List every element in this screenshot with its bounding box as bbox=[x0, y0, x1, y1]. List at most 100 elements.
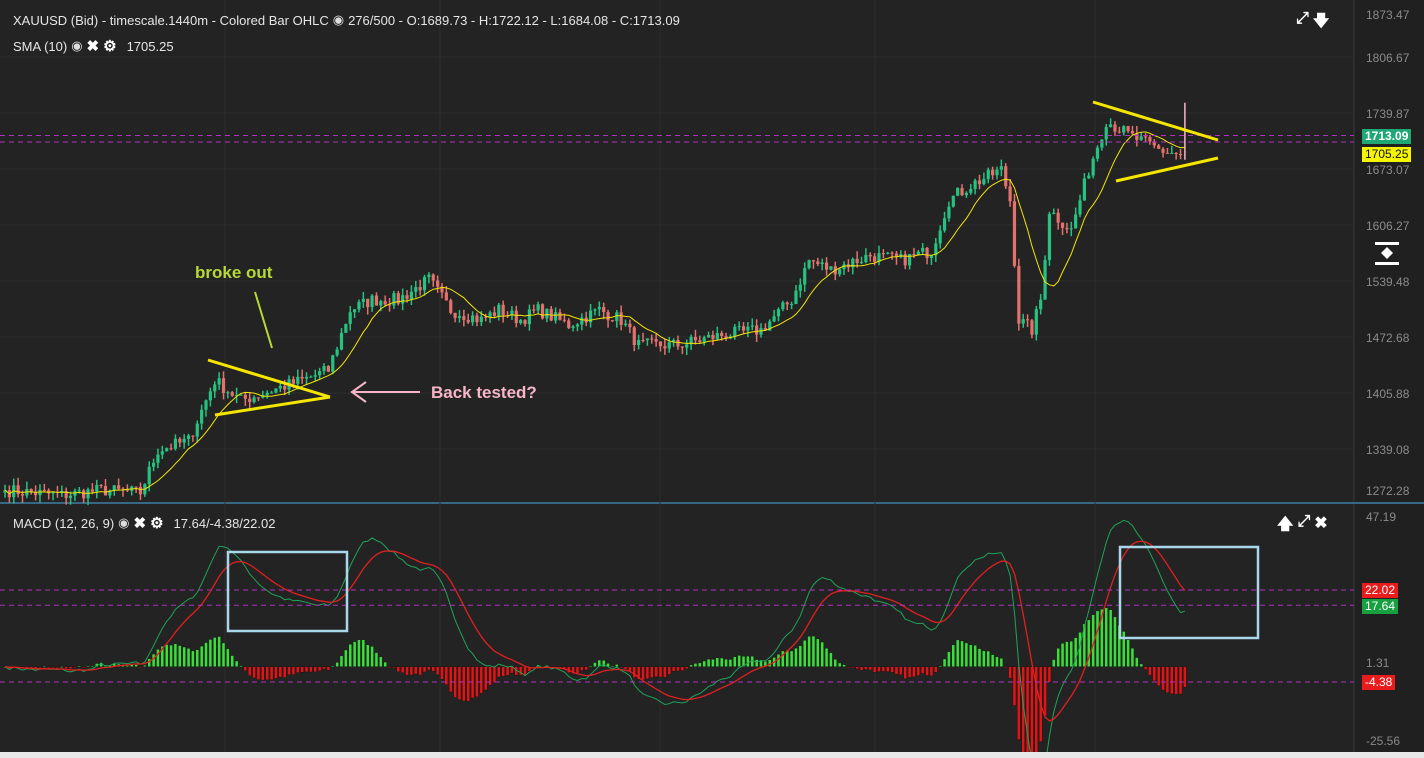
ohlc-bar-body bbox=[221, 378, 226, 393]
macd-histogram-bar bbox=[663, 666, 667, 678]
macd-histogram-bar bbox=[947, 651, 951, 667]
ohlc-bar-body bbox=[947, 206, 951, 219]
move-down-icon[interactable]: 🡇 bbox=[1313, 10, 1329, 37]
macd-histogram-bar bbox=[601, 660, 606, 667]
ohlc-bar-body bbox=[256, 397, 261, 399]
ohlc-bar-body bbox=[1039, 299, 1043, 310]
macd-histogram-bar bbox=[274, 666, 278, 679]
ohlc-bar-body bbox=[977, 180, 982, 185]
ohlc-bar-body bbox=[191, 435, 195, 437]
maximize-icon[interactable]: ⤢ bbox=[1296, 10, 1309, 37]
ohlc-bar-body bbox=[1091, 158, 1095, 176]
macd-histogram-bar bbox=[265, 666, 269, 681]
close-icon[interactable]: ✖ bbox=[1314, 513, 1327, 540]
macd-histogram-bar bbox=[427, 666, 431, 671]
ohlc-bar-body bbox=[200, 409, 204, 424]
maximize-icon[interactable]: ⤢ bbox=[1297, 513, 1310, 540]
ohlc-bar-body bbox=[571, 326, 575, 329]
macd-histogram-bar bbox=[593, 662, 597, 667]
macd-histogram-bar bbox=[894, 666, 899, 675]
gear-icon[interactable]: ⚙ bbox=[150, 514, 163, 532]
ohlc-bar-body bbox=[824, 262, 829, 270]
ohlc-bar-body bbox=[698, 340, 702, 343]
macd-histogram-bar bbox=[291, 666, 296, 675]
macd-histogram-bar bbox=[1152, 666, 1157, 682]
macd-histogram-bar bbox=[820, 641, 824, 667]
macd-histogram-bar bbox=[1143, 666, 1148, 670]
gear-icon[interactable]: ⚙ bbox=[103, 37, 116, 55]
macd-histogram-bar bbox=[457, 666, 462, 700]
ohlc-bar-body bbox=[418, 287, 422, 291]
ohlc-bar-body bbox=[523, 320, 527, 325]
macd-histogram-bar bbox=[505, 666, 510, 676]
macd-histogram-bar bbox=[73, 666, 77, 668]
ohlc-bar-body bbox=[383, 301, 387, 305]
ohlc-bar-body bbox=[864, 254, 868, 263]
ohlc-bar-body bbox=[1012, 201, 1017, 266]
ohlc-bar-body bbox=[370, 295, 374, 308]
macd-histogram-bar bbox=[42, 666, 47, 668]
ohlc-bar-body bbox=[1122, 126, 1126, 133]
ohlc-bar-body bbox=[112, 485, 116, 491]
macd-histogram-bar bbox=[492, 666, 497, 684]
ohlc-bar-body bbox=[213, 384, 217, 392]
move-up-icon[interactable]: 🡅 bbox=[1277, 513, 1293, 540]
macd-histogram-bar bbox=[156, 649, 160, 667]
ohlc-bar-body bbox=[182, 438, 186, 443]
chart-canvas[interactable]: 1873.47 1806.67 1739.87 1673.07 1606.27 1539.… bbox=[0, 0, 1424, 758]
ohlc-bar-body bbox=[536, 304, 540, 311]
eye-icon[interactable]: ◉ bbox=[333, 12, 344, 28]
ohlc-bar-body bbox=[641, 339, 645, 341]
close-icon[interactable]: ✖ bbox=[87, 37, 100, 55]
eye-icon[interactable]: ◉ bbox=[71, 38, 82, 54]
ohlc-bar-body bbox=[374, 295, 379, 306]
macd-histogram-bar bbox=[934, 666, 938, 673]
macd-histogram-bar bbox=[178, 645, 182, 667]
ohlc-bar-body bbox=[339, 332, 344, 350]
macd-histogram-bar bbox=[252, 666, 256, 679]
macd-histogram-bar bbox=[1008, 666, 1012, 679]
macd-histogram-bar bbox=[610, 665, 615, 667]
macd-histogram-bar bbox=[77, 665, 81, 668]
macd-histogram-bar bbox=[1095, 610, 1100, 667]
macd-histogram-bar bbox=[435, 666, 440, 676]
macd-histogram-bar bbox=[300, 666, 304, 673]
macd-histogram-bar bbox=[907, 666, 912, 678]
ohlc-bar-body bbox=[964, 192, 968, 196]
ohlc-bar-body bbox=[86, 489, 90, 499]
ohlc-bar-body bbox=[938, 230, 942, 244]
macd-histogram-bar bbox=[868, 666, 872, 671]
macd-histogram-bar bbox=[623, 666, 628, 670]
ohlc-bar-body bbox=[711, 334, 715, 340]
macd-histogram-bar bbox=[641, 666, 645, 681]
macd-histogram-bar bbox=[1135, 657, 1139, 667]
macd-histogram-bar bbox=[977, 648, 982, 667]
macd-histogram-bar bbox=[409, 666, 414, 676]
macd-histogram-bar bbox=[1047, 666, 1052, 683]
ohlc-bar-body bbox=[217, 378, 221, 385]
ohlc-bar-body bbox=[973, 180, 977, 189]
macd-histogram-bar bbox=[1165, 666, 1170, 693]
ohlc-bar-body bbox=[597, 307, 601, 310]
macd-histogram-bar bbox=[702, 660, 706, 667]
ohlc-bar-body bbox=[475, 315, 479, 323]
macd-histogram-bar bbox=[213, 637, 217, 667]
ohlc-bar-body bbox=[117, 485, 121, 489]
ohlc-bar-body bbox=[1178, 154, 1183, 156]
ohlc-bar-body bbox=[449, 300, 453, 313]
macd-histogram-bar bbox=[685, 666, 689, 669]
close-icon[interactable]: ✖ bbox=[134, 514, 147, 532]
ohlc-bar-body bbox=[628, 323, 632, 328]
ohlc-bar-body bbox=[859, 262, 864, 264]
macd-histogram-bar bbox=[204, 642, 208, 667]
ohlc-bar-body bbox=[527, 309, 531, 325]
eye-icon[interactable]: ◉ bbox=[118, 515, 129, 531]
ohlc-bar-body bbox=[95, 485, 99, 492]
macd-histogram-bar bbox=[221, 642, 226, 667]
price-tick-label: 1606.27 bbox=[1366, 219, 1410, 233]
histogram-tag: -4.38 bbox=[1362, 675, 1396, 690]
ohlc-bar-body bbox=[829, 266, 833, 270]
macd-histogram-bar bbox=[1170, 666, 1174, 695]
macd-histogram-bar bbox=[387, 666, 392, 668]
ohlc-bar-body bbox=[790, 304, 794, 306]
